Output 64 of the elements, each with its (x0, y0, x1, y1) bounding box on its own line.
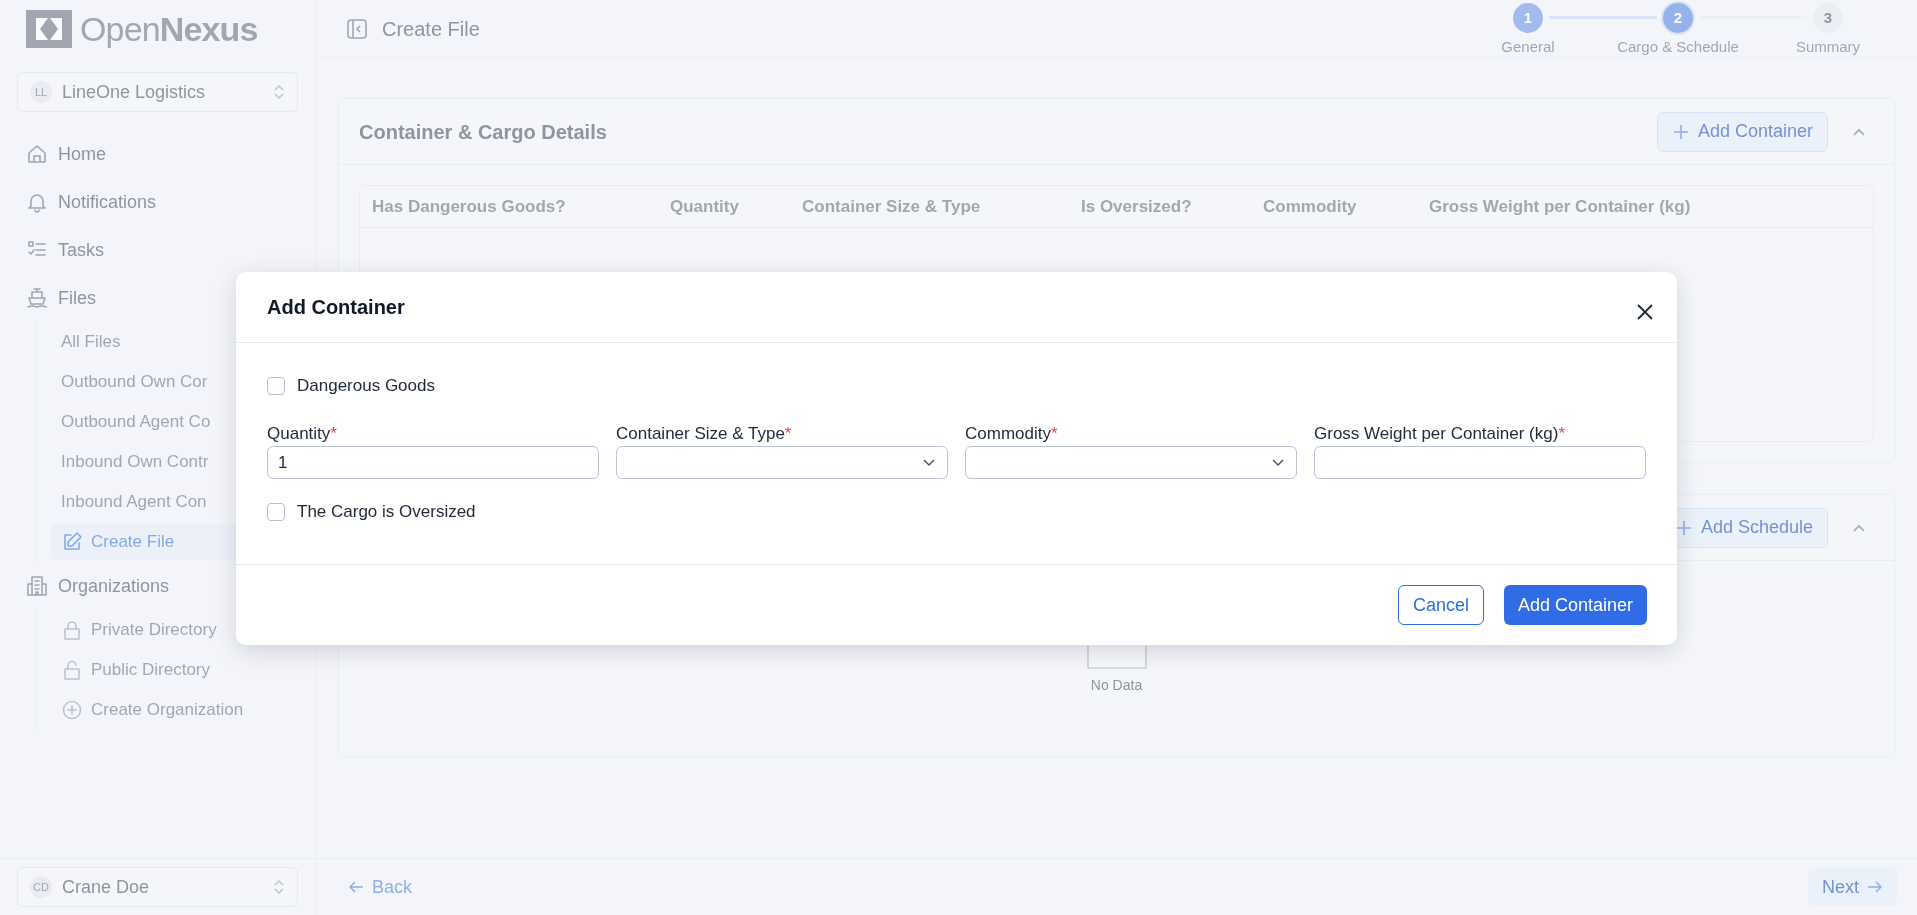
checkbox-label: The Cargo is Oversized (297, 501, 476, 524)
building-icon (26, 575, 48, 597)
checkbox-label: Dangerous Goods (297, 375, 435, 398)
user-switcher[interactable]: CD Crane Doe (17, 867, 298, 907)
ship-icon (26, 287, 48, 309)
field-label: Gross Weight per Container (kg)* (1314, 423, 1567, 443)
chevron-up-icon[interactable] (1852, 126, 1866, 137)
field-label: Quantity* (267, 423, 338, 443)
home-icon (26, 143, 48, 165)
chevron-down-icon (923, 458, 935, 467)
add-container-button[interactable]: Add Container (1656, 111, 1828, 152)
next-button[interactable]: Next (1808, 868, 1897, 906)
checkbox[interactable] (267, 503, 285, 521)
column-header: Is Oversized? (1081, 195, 1193, 218)
dialog-title: Add Container (267, 295, 405, 320)
select-field[interactable] (616, 446, 948, 479)
column-header: Commodity (1263, 195, 1358, 218)
step-label: Summary (1795, 37, 1861, 57)
add-container-button[interactable]: Add Container (1503, 585, 1647, 625)
card-title: Container & Cargo Details (359, 119, 607, 145)
back-button[interactable]: Back (336, 868, 425, 906)
column-header: Container Size & Type (802, 195, 982, 218)
plus-circle-icon (61, 699, 83, 721)
chevron-up-down-icon (273, 879, 285, 895)
step-number: 1 (1513, 3, 1543, 33)
select-field[interactable] (965, 446, 1297, 479)
column-header: Gross Weight per Container (kg) (1429, 195, 1692, 218)
logo-icon (26, 10, 72, 48)
sidebar-subitem[interactable]: Public Directory (51, 652, 289, 688)
organization-switcher[interactable]: LL LineOne Logistics (17, 72, 298, 112)
step-number: 2 (1663, 3, 1693, 33)
input-field[interactable] (1314, 446, 1646, 479)
step-label: General (1501, 37, 1555, 57)
step-label: Cargo & Schedule (1617, 37, 1739, 57)
field-label: Container Size & Type* (616, 423, 793, 443)
lock-icon (61, 619, 83, 641)
chevron-down-icon (1272, 458, 1284, 467)
input-field[interactable]: 1 (267, 446, 599, 479)
arrow-left-icon (348, 880, 364, 894)
sidebar-subitem[interactable]: Create Organization (51, 692, 289, 728)
chevron-up-down-icon (273, 84, 285, 100)
sidebar-toggle-icon[interactable] (346, 17, 368, 40)
page-title: Create File (382, 16, 480, 42)
column-header: Has Dangerous Goods? (372, 195, 567, 218)
sidebar-item[interactable]: Tasks (26, 230, 289, 270)
bell-icon (26, 191, 48, 213)
unlocked-lock-icon (61, 659, 83, 681)
edit-icon (61, 531, 83, 553)
logo-text: OpenNexus (80, 12, 258, 46)
checkbox[interactable] (267, 377, 285, 395)
chevron-up-icon[interactable] (1852, 522, 1866, 533)
step-number: 3 (1813, 3, 1843, 33)
empty-state-text: No Data (1090, 676, 1143, 695)
plus-icon (1671, 122, 1690, 141)
sidebar-item[interactable]: Organizations (26, 566, 289, 606)
plus-icon (1674, 518, 1693, 537)
sidebar-item[interactable]: Home (26, 134, 289, 174)
arrow-right-icon (1867, 880, 1883, 894)
column-header: Quantity (670, 195, 740, 218)
sidebar-item[interactable]: Notifications (26, 182, 289, 222)
close-icon[interactable] (1636, 303, 1654, 321)
cancel-button[interactable]: Cancel (1397, 585, 1484, 625)
sidebar-subitem[interactable]: Private Directory (51, 612, 289, 648)
field-label: Commodity* (965, 423, 1059, 443)
